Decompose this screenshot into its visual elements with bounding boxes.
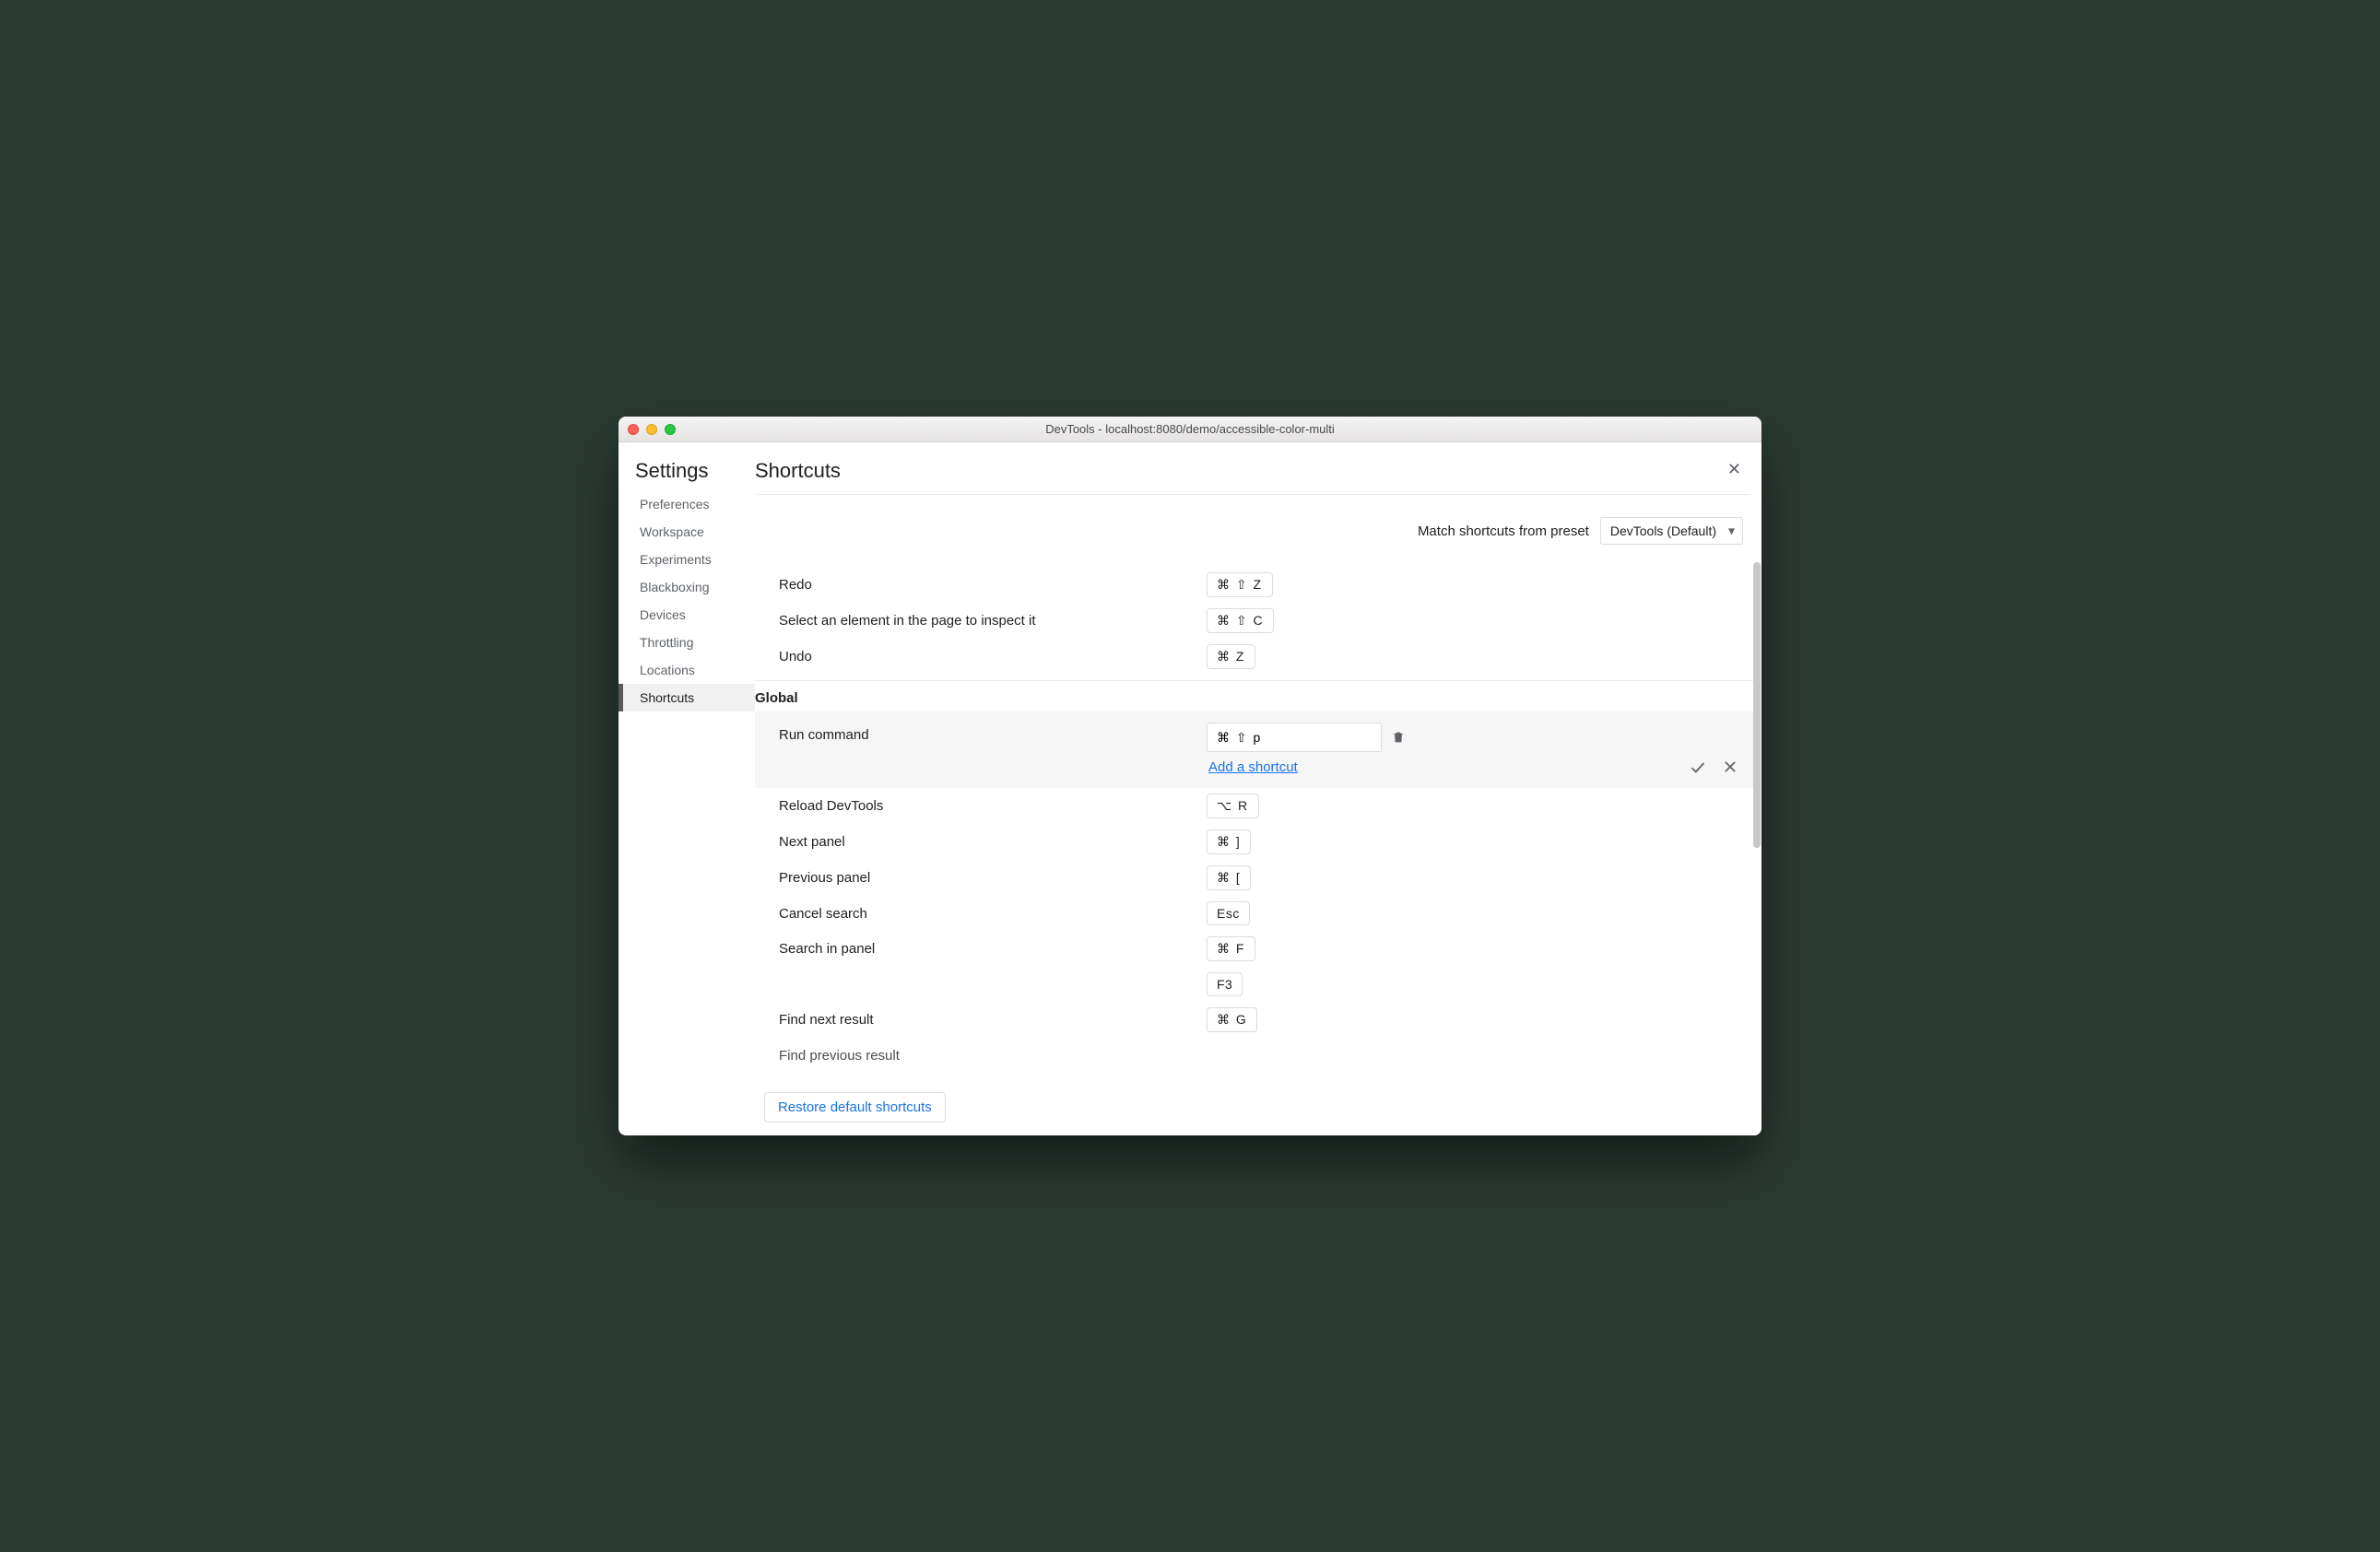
shortcut-label: Select an element in the page to inspect… xyxy=(755,608,1207,629)
shortcut-key[interactable]: ⌘ Z xyxy=(1207,644,1255,669)
shortcut-key[interactable]: ⌥ R xyxy=(1207,794,1259,818)
shortcut-key[interactable]: ⌘ ] xyxy=(1207,829,1251,854)
scrollbar[interactable] xyxy=(1753,562,1761,1124)
settings-sidebar: Settings Preferences Workspace Experimen… xyxy=(619,442,755,1135)
shortcut-row-editing: Run command Add a shortcut xyxy=(755,711,1754,788)
shortcut-key[interactable]: Esc xyxy=(1207,901,1250,925)
window-titlebar: DevTools - localhost:8080/demo/accessibl… xyxy=(619,417,1761,442)
add-shortcut-link[interactable]: Add a shortcut xyxy=(1207,759,1298,775)
chevron-down-icon: ▾ xyxy=(1728,523,1735,539)
preset-label: Match shortcuts from preset xyxy=(1418,523,1589,539)
shortcut-label: Redo xyxy=(755,572,1207,593)
shortcut-label: Run command xyxy=(755,723,1207,743)
sidebar-title: Settings xyxy=(619,459,755,490)
preset-select[interactable]: DevTools (Default) ▾ xyxy=(1600,517,1743,545)
shortcut-label: Search in panel xyxy=(755,936,1207,957)
shortcut-row[interactable]: Undo ⌘ Z xyxy=(755,639,1754,675)
shortcut-key[interactable]: ⌘ F xyxy=(1207,936,1255,961)
close-settings-button[interactable]: ✕ xyxy=(1724,459,1745,479)
shortcut-label: Reload DevTools xyxy=(755,794,1207,814)
preset-select-value: DevTools (Default) xyxy=(1610,523,1716,538)
shortcut-key[interactable]: ⌘ [ xyxy=(1207,865,1251,890)
checkmark-icon xyxy=(1690,759,1706,776)
shortcut-row[interactable]: Find previous result xyxy=(755,1038,1754,1069)
shortcut-key[interactable]: ⌘ ⇧ C xyxy=(1207,608,1274,633)
confirm-shortcut-button[interactable] xyxy=(1690,759,1706,781)
shortcut-key[interactable]: ⌘ ⇧ Z xyxy=(1207,572,1273,597)
shortcut-row[interactable]: Find next result ⌘ G xyxy=(755,1002,1754,1038)
sidebar-item-devices[interactable]: Devices xyxy=(619,601,755,629)
section-global-heading: Global xyxy=(755,680,1754,711)
app-window: DevTools - localhost:8080/demo/accessibl… xyxy=(619,417,1761,1135)
page-title: Shortcuts xyxy=(755,459,841,494)
restore-defaults-button[interactable]: Restore default shortcuts xyxy=(764,1092,946,1123)
shortcut-row[interactable]: Reload DevTools ⌥ R xyxy=(755,788,1754,824)
shortcut-label: Undo xyxy=(755,644,1207,664)
window-title: DevTools - localhost:8080/demo/accessibl… xyxy=(1045,422,1335,436)
shortcut-row[interactable]: F3 xyxy=(755,967,1754,1002)
trash-icon xyxy=(1391,730,1406,745)
shortcut-label xyxy=(755,972,1207,977)
shortcut-label: Cancel search xyxy=(755,901,1207,922)
scrollbar-thumb[interactable] xyxy=(1753,562,1761,848)
shortcut-row[interactable]: Select an element in the page to inspect… xyxy=(755,603,1754,639)
sidebar-item-locations[interactable]: Locations xyxy=(619,656,755,684)
window-zoom-button[interactable] xyxy=(665,424,676,435)
shortcut-label: Next panel xyxy=(755,829,1207,850)
preset-bar: Match shortcuts from preset DevTools (De… xyxy=(755,495,1761,567)
sidebar-item-blackboxing[interactable]: Blackboxing xyxy=(619,573,755,601)
main-panel: Shortcuts ✕ Match shortcuts from preset … xyxy=(755,442,1761,1135)
shortcut-row[interactable]: Next panel ⌘ ] xyxy=(755,824,1754,860)
cancel-shortcut-button[interactable] xyxy=(1723,759,1738,781)
shortcut-label: Find next result xyxy=(755,1007,1207,1028)
shortcut-key[interactable]: ⌘ G xyxy=(1207,1007,1257,1032)
content-area: Settings Preferences Workspace Experimen… xyxy=(619,442,1761,1135)
sidebar-item-workspace[interactable]: Workspace xyxy=(619,518,755,546)
shortcut-row[interactable]: Redo ⌘ ⇧ Z xyxy=(755,567,1754,603)
delete-shortcut-button[interactable] xyxy=(1391,730,1406,745)
shortcut-row[interactable]: Cancel search Esc xyxy=(755,896,1754,931)
shortcut-capture-input[interactable] xyxy=(1207,723,1382,752)
traffic-lights xyxy=(628,424,676,435)
shortcut-scroll-area[interactable]: Redo ⌘ ⇧ Z Select an element in the page… xyxy=(755,567,1761,1135)
window-close-button[interactable] xyxy=(628,424,639,435)
shortcut-row[interactable]: Search in panel ⌘ F xyxy=(755,931,1754,967)
shortcut-key[interactable]: F3 xyxy=(1207,972,1243,996)
window-minimize-button[interactable] xyxy=(646,424,657,435)
shortcut-row[interactable]: Previous panel ⌘ [ xyxy=(755,860,1754,896)
sidebar-item-throttling[interactable]: Throttling xyxy=(619,629,755,656)
close-icon xyxy=(1723,759,1738,774)
shortcut-label: Find previous result xyxy=(755,1043,1207,1064)
sidebar-item-experiments[interactable]: Experiments xyxy=(619,546,755,573)
shortcut-label: Previous panel xyxy=(755,865,1207,886)
sidebar-item-preferences[interactable]: Preferences xyxy=(619,490,755,518)
sidebar-item-shortcuts[interactable]: Shortcuts xyxy=(619,684,755,711)
